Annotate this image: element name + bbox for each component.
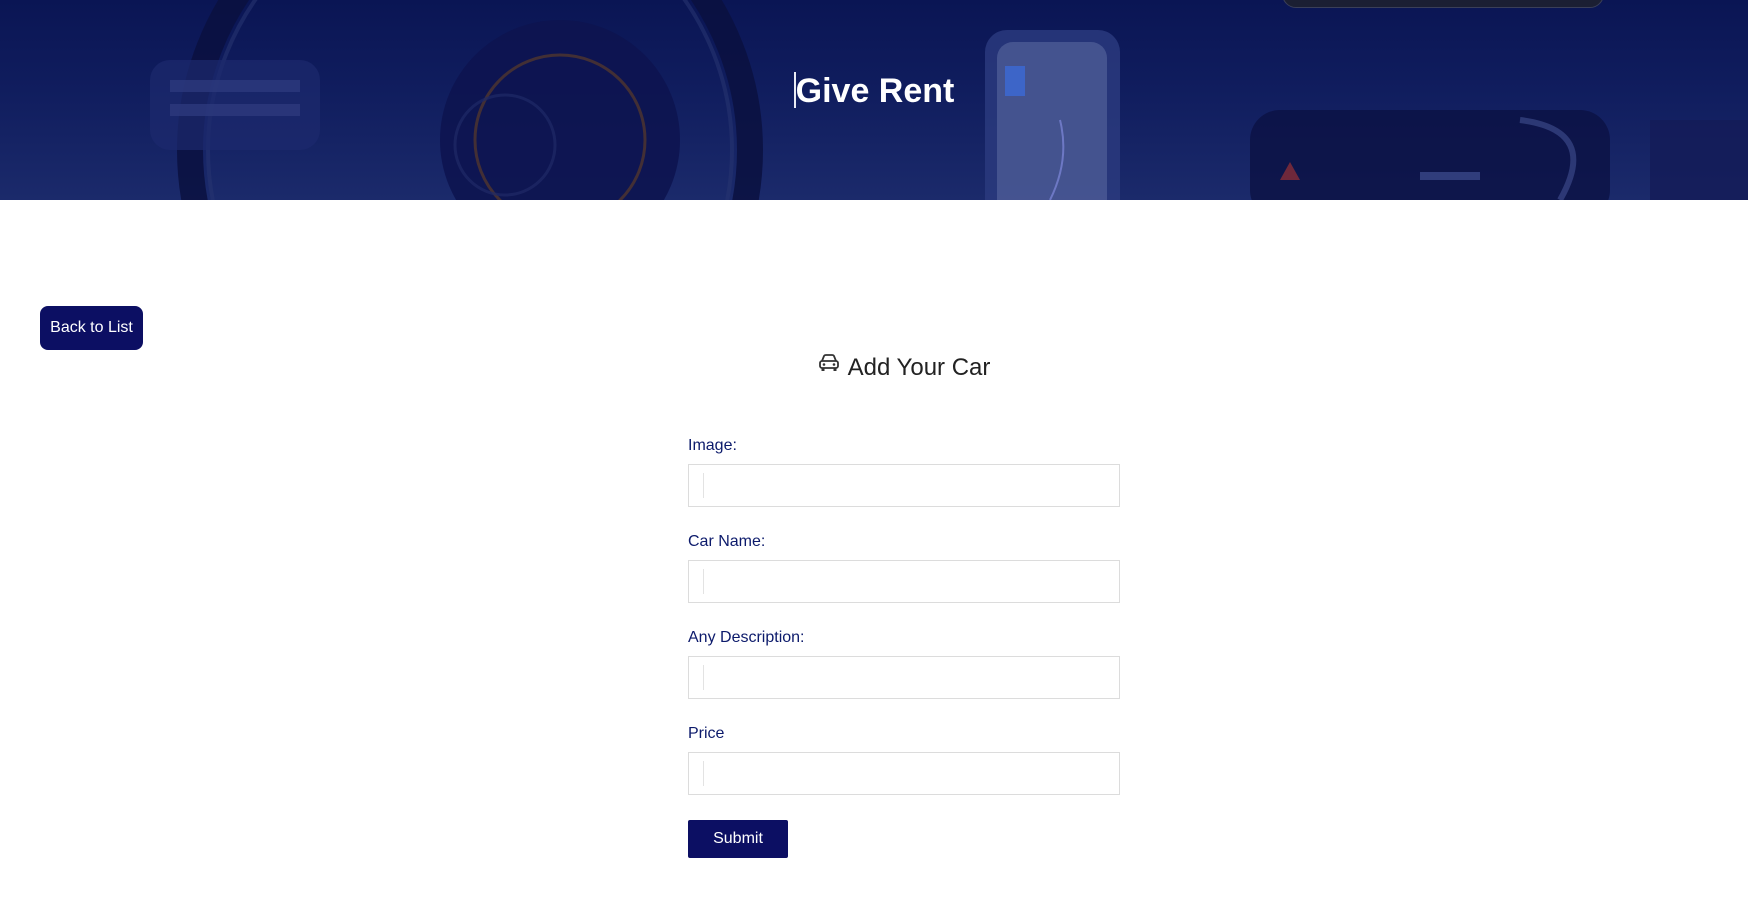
- price-field-group: Price: [688, 724, 1120, 820]
- page-title-text: Give Rent: [795, 72, 955, 110]
- price-input[interactable]: [688, 752, 1120, 795]
- back-to-list-button[interactable]: Back to List: [40, 306, 143, 350]
- form-heading: Add Your Car: [0, 352, 1748, 383]
- submit-button[interactable]: Submit: [688, 820, 788, 858]
- car-name-label: Car Name:: [688, 533, 766, 550]
- image-field-group: Image:: [688, 436, 1120, 532]
- description-label: Any Description:: [688, 629, 805, 646]
- image-label: Image:: [688, 437, 737, 454]
- input-cursor: [703, 473, 704, 498]
- add-car-form: Image: Car Name: Any Description: Price …: [688, 436, 1120, 858]
- car-name-field-group: Car Name:: [688, 532, 1120, 628]
- description-field-group: Any Description:: [688, 628, 1120, 724]
- input-cursor: [703, 569, 704, 594]
- car-name-input[interactable]: [688, 560, 1120, 603]
- text-caret: [793, 72, 796, 109]
- description-input[interactable]: [688, 656, 1120, 699]
- hero-banner: Give Rent: [0, 0, 1748, 200]
- top-overlay-pill: [1282, 0, 1604, 8]
- form-heading-text: Add Your Car: [847, 354, 991, 381]
- car-icon: [818, 352, 840, 380]
- page-title: Give Rent: [0, 72, 1748, 111]
- price-label: Price: [688, 725, 725, 742]
- image-input[interactable]: [688, 464, 1120, 507]
- input-cursor: [703, 761, 704, 786]
- input-cursor: [703, 665, 704, 690]
